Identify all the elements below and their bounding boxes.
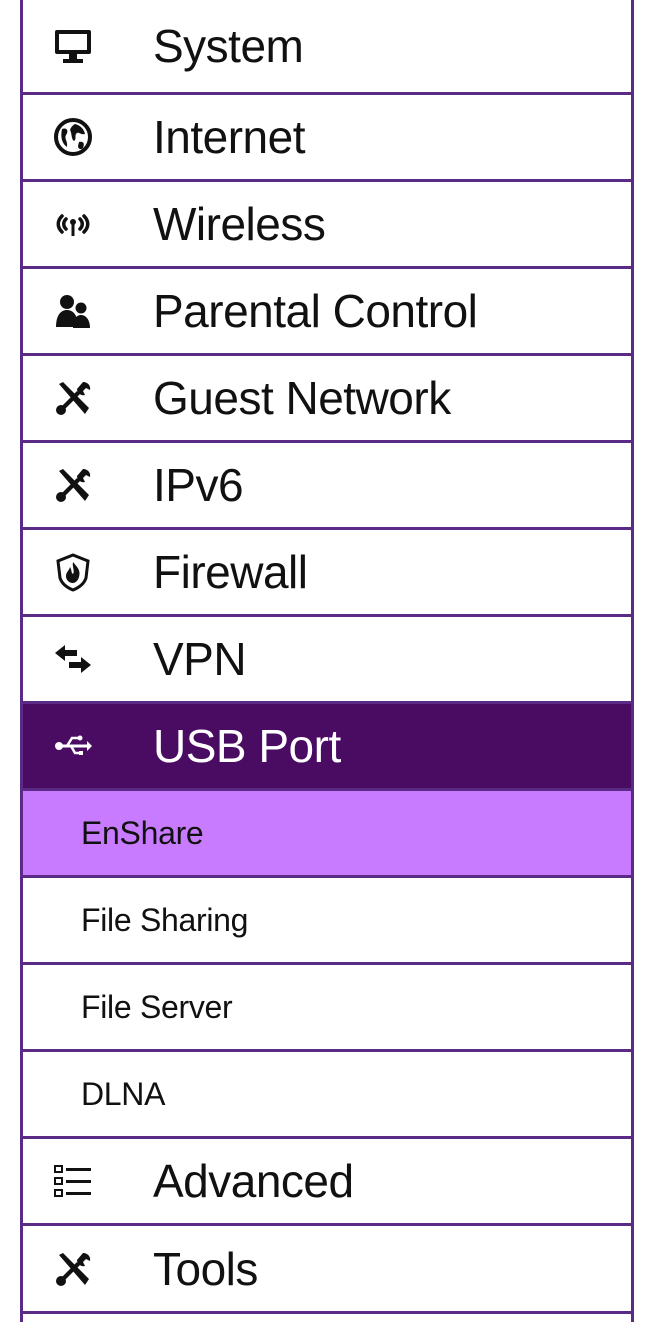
- sidebar-menu: System Internet Wireless Parental Contro…: [20, 0, 634, 1322]
- menu-item-system[interactable]: System: [23, 0, 631, 95]
- menu-item-wireless[interactable]: Wireless: [23, 182, 631, 269]
- submenu-item-label: File Server: [81, 988, 233, 1025]
- users-icon: [51, 289, 95, 333]
- menu-item-label: Advanced: [153, 1155, 354, 1207]
- submenu-item-dlna[interactable]: DLNA: [23, 1052, 631, 1139]
- menu-item-parental-control[interactable]: Parental Control: [23, 269, 631, 356]
- menu-item-firewall[interactable]: Firewall: [23, 530, 631, 617]
- arrows-exchange-icon: [51, 637, 95, 681]
- menu-item-ipv6[interactable]: IPv6: [23, 443, 631, 530]
- menu-item-vpn[interactable]: VPN: [23, 617, 631, 704]
- tools-icon: [51, 1247, 95, 1291]
- submenu-item-file-sharing[interactable]: File Sharing: [23, 878, 631, 965]
- shield-flame-icon: [51, 550, 95, 594]
- menu-item-label: Tools: [153, 1242, 258, 1295]
- submenu-item-label: DLNA: [81, 1075, 166, 1112]
- submenu-item-file-server[interactable]: File Server: [23, 965, 631, 1052]
- menu-item-label: Parental Control: [153, 285, 478, 337]
- menu-item-guest-network[interactable]: Guest Network: [23, 356, 631, 443]
- menu-item-label: System: [153, 20, 304, 72]
- menu-item-label: Internet: [153, 111, 306, 163]
- wireless-signal-icon: [51, 202, 95, 246]
- menu-item-tools[interactable]: Tools: [23, 1226, 631, 1314]
- menu-item-label: Wireless: [153, 198, 326, 250]
- usb-icon: [51, 724, 95, 768]
- submenu-item-label: EnShare: [81, 814, 204, 851]
- list-icon: [51, 1159, 95, 1203]
- menu-item-label: IPv6: [153, 459, 244, 511]
- globe-icon: [51, 115, 95, 159]
- menu-item-label: Guest Network: [153, 372, 451, 424]
- menu-item-label: VPN: [153, 633, 247, 685]
- menu-item-label: USB Port: [153, 720, 341, 772]
- submenu-item-enshare[interactable]: EnShare: [23, 791, 631, 878]
- menu-item-label: Firewall: [153, 546, 308, 598]
- submenu-item-label: File Sharing: [81, 901, 249, 938]
- tools-icon: [51, 463, 95, 507]
- tools-icon: [51, 376, 95, 420]
- menu-item-internet[interactable]: Internet: [23, 95, 631, 182]
- monitor-icon: [51, 24, 95, 68]
- menu-item-usb-port[interactable]: USB Port: [23, 704, 631, 791]
- menu-item-advanced[interactable]: Advanced: [23, 1139, 631, 1226]
